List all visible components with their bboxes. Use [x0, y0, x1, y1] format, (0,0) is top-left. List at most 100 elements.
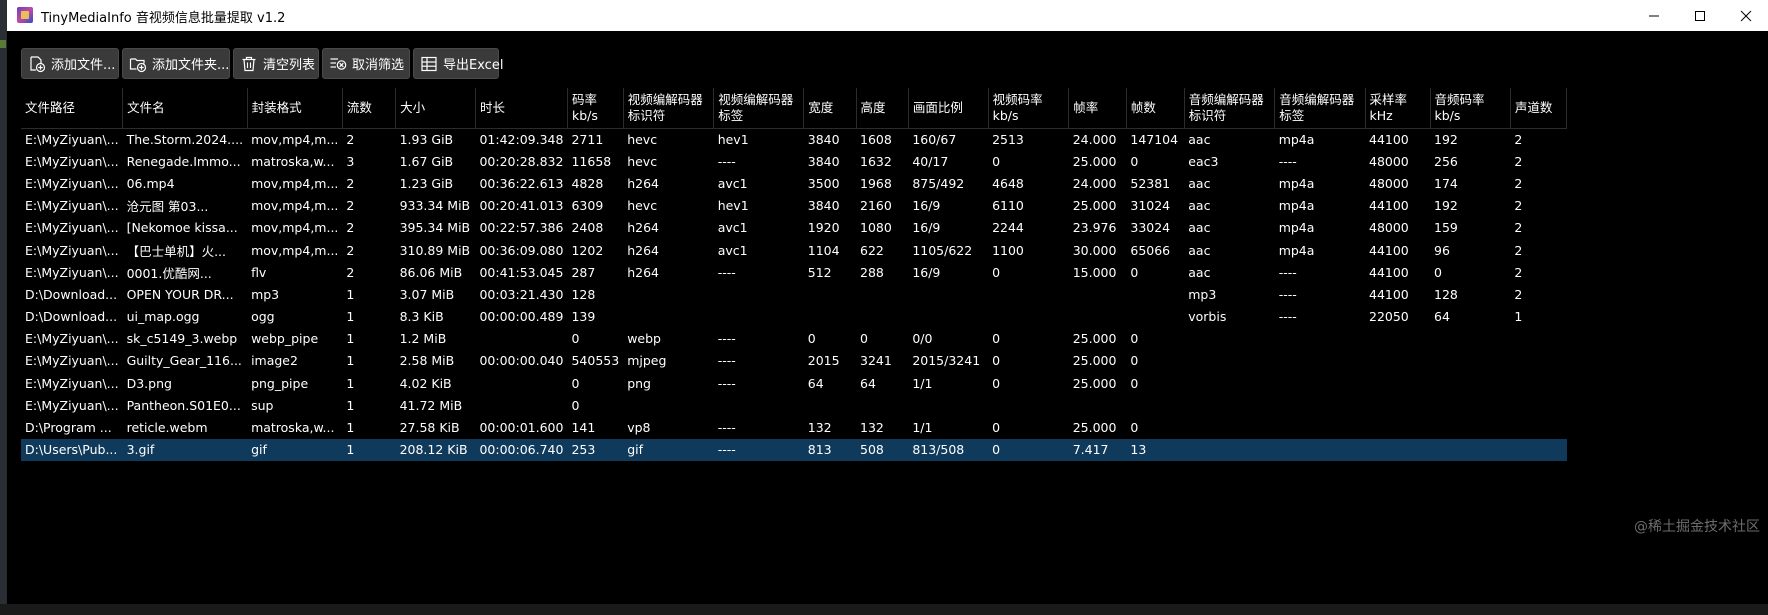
table-cell: 512	[807, 264, 832, 280]
table-cell	[804, 394, 856, 416]
column-header[interactable]: 声道数	[1510, 88, 1568, 129]
column-header[interactable]: 时长	[475, 88, 568, 129]
column-header[interactable]: 视频编解码器 标签	[713, 88, 805, 129]
table-cell: 2	[1514, 131, 1523, 147]
table-cell: 48000	[1369, 220, 1409, 236]
cancel-filter-button[interactable]: 取消筛选	[322, 48, 410, 79]
table-cell: 2	[1514, 198, 1523, 214]
table-cell: 3.07 MiB	[399, 286, 455, 302]
table-cell	[988, 394, 1069, 416]
table-cell	[1365, 416, 1430, 438]
column-header[interactable]: 高度	[856, 88, 909, 129]
column-header[interactable]: 文件名	[122, 88, 248, 129]
table-row[interactable]: E:\MyZiyuan\... 0001.优酷网... flv 2 86.06 MiB 0…	[21, 261, 1567, 283]
table-row[interactable]: E:\MyZiyuan\... 【巴士单机】火... mov,mp4,m... 2 31…	[21, 239, 1567, 261]
table-cell: 0001.优酷网...	[126, 265, 212, 281]
table-header-row: 文件路径 文件名 封装格式 流数 大小 时长 码率 kb/s 视频编解码器 标识符 视频编解码器…	[21, 88, 1568, 129]
table-cell: 00:41:53.045	[479, 264, 564, 280]
column-header[interactable]: 流数	[342, 88, 397, 129]
table-cell: matroska,w...	[251, 420, 335, 436]
table-row[interactable]: D:\Download... OPEN YOUR DR... mp3 1 3.07 Mi…	[21, 283, 1567, 305]
table-row[interactable]: D:\Download... ui_map.ogg ogg 1 8.3 KiB 00:00…	[21, 306, 1567, 328]
table-cell: 52381	[1130, 175, 1171, 191]
table-cell: 24.000	[1072, 175, 1117, 191]
table-cell	[475, 328, 567, 350]
close-button[interactable]	[1723, 0, 1768, 31]
add-folder-button[interactable]: 添加文件夹...	[122, 48, 230, 79]
table-cell: 44100	[1369, 198, 1409, 214]
table-row[interactable]: E:\MyZiyuan\... sk_c5149_3.webp webp_pipe 1…	[21, 328, 1567, 350]
table-cell: reticle.webm	[126, 420, 208, 436]
table-cell: ui_map.ogg	[126, 309, 200, 325]
table-cell: ----	[717, 153, 736, 169]
column-header[interactable]: 帧数	[1126, 88, 1185, 129]
table-cell	[1510, 372, 1566, 394]
add-files-button[interactable]: 添加文件...	[21, 48, 119, 79]
column-header[interactable]: 音频码率 kb/s	[1430, 88, 1511, 129]
table-cell: 310.89 MiB	[399, 242, 471, 258]
column-header[interactable]: 大小	[395, 88, 476, 129]
table-row[interactable]: D:\Program ... reticle.webm matroska,w... 1…	[21, 416, 1567, 438]
table-cell: sk_c5149_3.webp	[126, 331, 238, 347]
column-header[interactable]: 音频编解码器 标签	[1274, 88, 1366, 129]
table-cell: 132	[860, 420, 884, 436]
minimize-button[interactable]	[1631, 0, 1677, 31]
table-cell: 208.12 KiB	[395, 438, 476, 461]
table-row[interactable]: E:\MyZiyuan\... Guilty_Gear_116... image2 1…	[21, 350, 1567, 372]
table-cell: aac	[1188, 175, 1211, 191]
column-header[interactable]: 音频编解码器 标识符	[1184, 88, 1276, 129]
table-cell: 2513	[992, 131, 1024, 147]
table-row[interactable]: E:\MyZiyuan\... The.Storm.2024.... mov,mp4…	[21, 128, 1567, 150]
table-row[interactable]: E:\MyZiyuan\... D3.png png_pipe 1 4.02 KiB 0 p…	[21, 372, 1567, 394]
table-cell: E:\MyZiyuan\...	[25, 397, 119, 413]
table-cell: 2244	[992, 220, 1024, 236]
table-row[interactable]: E:\MyZiyuan\... 06.mp4 mov,mp4,m... 2 1.23 G…	[21, 172, 1567, 194]
table-cell	[1126, 306, 1184, 328]
table-cell: 2.58 MiB	[399, 353, 455, 369]
export-excel-button[interactable]: 导出Excel	[413, 48, 503, 79]
table-cell: 00:00:01.600	[479, 420, 564, 436]
table-row[interactable]: D:\Users\Pub... 3.gif gif 1 208.12 KiB 00:00:…	[21, 438, 1567, 461]
table-cell: ----	[717, 375, 736, 391]
taskbar-edge	[0, 604, 1768, 615]
table-cell	[1365, 394, 1430, 416]
column-header[interactable]: 视频码率 kb/s	[988, 88, 1070, 129]
table-cell: mp3	[1188, 286, 1217, 302]
maximize-button[interactable]	[1677, 0, 1723, 31]
table-cell: 1080	[860, 220, 892, 236]
table-cell: 0	[1130, 420, 1139, 436]
table-cell: 2	[346, 175, 355, 191]
table-cell: aac	[1188, 242, 1211, 258]
table-cell: ----	[717, 264, 736, 280]
table-cell: 01:42:09.348	[479, 131, 564, 147]
table-cell: 8.3 KiB	[399, 309, 444, 325]
table-cell	[988, 306, 1069, 328]
table-cell: 0	[992, 264, 1001, 280]
column-header[interactable]: 封装格式	[247, 88, 343, 129]
table-cell: 128	[1434, 286, 1458, 302]
column-header[interactable]: 帧率	[1068, 88, 1127, 129]
column-header[interactable]: 画面比例	[908, 88, 989, 129]
title-bar[interactable]: TinyMediaInfo 音视频信息批量提取 v1.2	[7, 0, 1768, 31]
column-header[interactable]: 视频编解码器 标识符	[623, 88, 715, 129]
column-header[interactable]: 文件路径	[21, 88, 124, 129]
close-icon	[1740, 10, 1752, 21]
table-row[interactable]: E:\MyZiyuan\... Pantheon.S01E0... sup 1 41.7…	[21, 394, 1567, 416]
table-cell: h264	[627, 175, 659, 191]
table-row[interactable]: E:\MyZiyuan\... Renegade.Immo... matroska,…	[21, 150, 1567, 172]
table-cell: 25.000	[1072, 353, 1117, 369]
column-header[interactable]: 宽度	[803, 88, 857, 129]
clear-list-button[interactable]: 清空列表	[233, 48, 319, 79]
table-row[interactable]: E:\MyZiyuan\... 沧元图 第03... mov,mp4,m... 2 93…	[21, 195, 1567, 217]
table-cell: 22050	[1369, 309, 1409, 325]
table-row[interactable]: E:\MyZiyuan\... [Nekomoe kissa... mov,mp4,…	[21, 217, 1567, 239]
table-cell: 0	[992, 353, 1001, 369]
table-cell: 1632	[860, 153, 892, 169]
table-cell: 2015/3241	[912, 353, 981, 369]
table-cell: 64	[807, 375, 824, 391]
table-cell: mov,mp4,m...	[251, 220, 339, 236]
table-cell: 256	[1434, 153, 1458, 169]
column-header[interactable]: 码率 kb/s	[567, 88, 624, 129]
table-cell: 1968	[860, 175, 892, 191]
column-header[interactable]: 采样率 kHz	[1365, 88, 1431, 129]
